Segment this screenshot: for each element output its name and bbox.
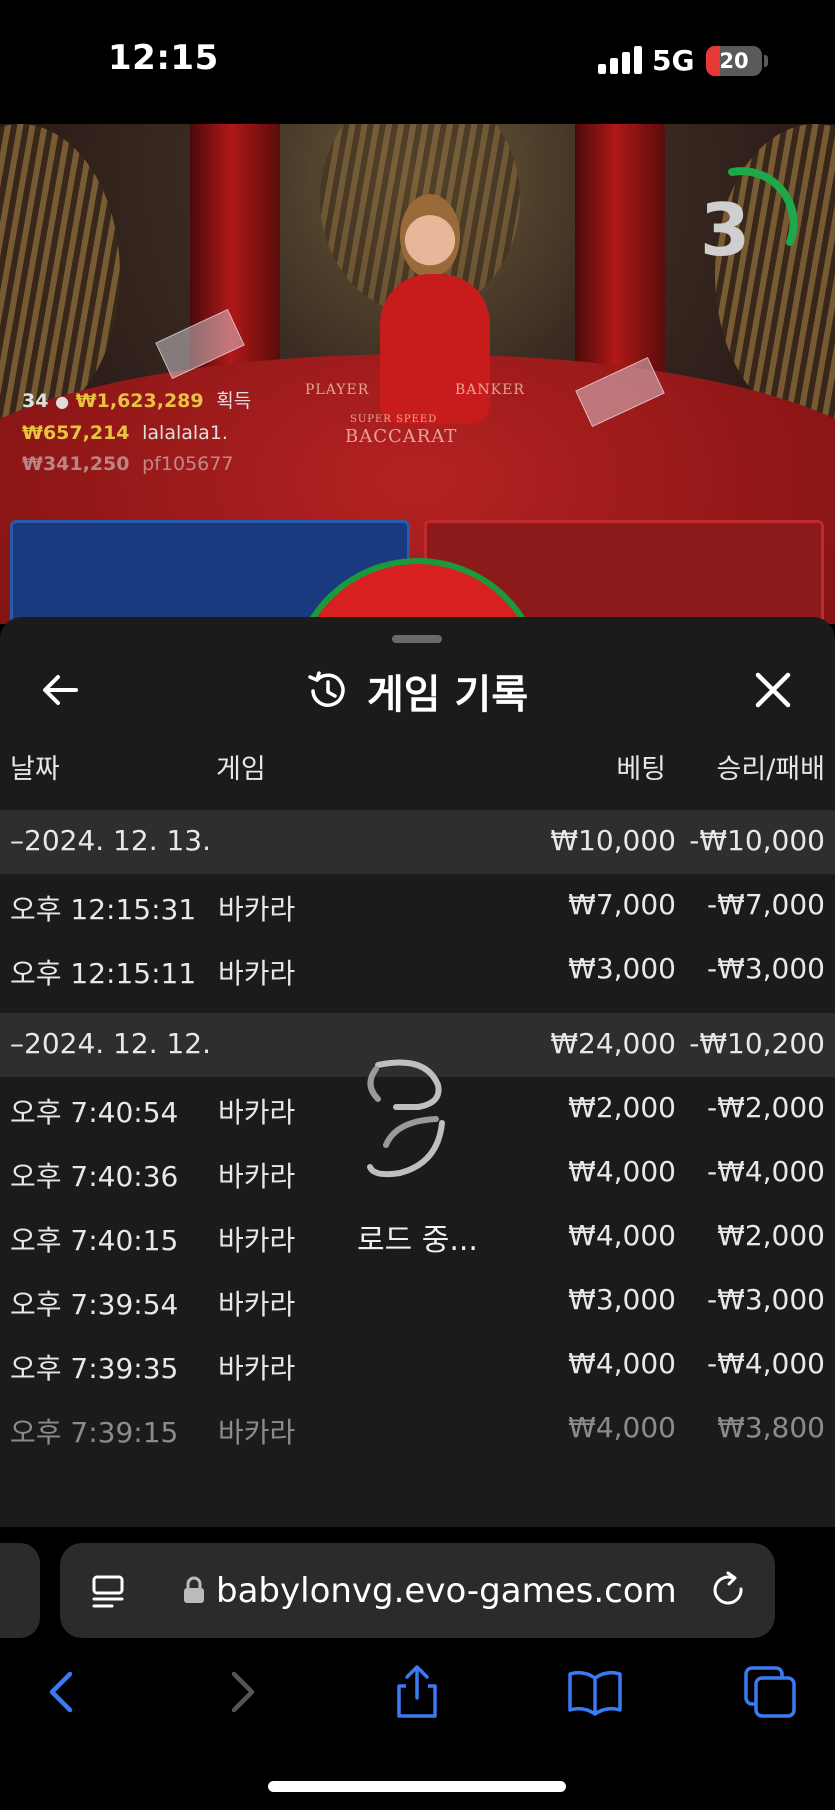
- back-arrow-icon[interactable]: [36, 665, 86, 715]
- history-row[interactable]: 오후 12:15:31 바카라 ₩7,000 -₩7,000: [0, 874, 835, 938]
- url-text: babylonvg.evo-games.com: [216, 1571, 677, 1611]
- felt-label-player: PLAYER: [305, 382, 370, 398]
- sheet-title-text: 게임 기록: [367, 672, 529, 718]
- status-bar: 12:15 5G 20: [0, 0, 835, 124]
- tabs-icon[interactable]: [740, 1662, 800, 1722]
- column-header-bet: 베팅: [616, 754, 666, 785]
- winners-total: ₩1,623,289: [75, 390, 204, 412]
- reader-icon[interactable]: [90, 1571, 130, 1611]
- felt-label-super-speed: SUPER SPEED: [350, 414, 438, 425]
- address-bar[interactable]: babylonvg.evo-games.com: [60, 1543, 775, 1638]
- winner-row: ₩657,214 lalalala1.: [22, 422, 228, 444]
- home-indicator: [268, 1781, 566, 1792]
- winners-list: 34 ● ₩1,623,289 획득 ₩657,214 lalalala1. ₩…: [22, 386, 251, 484]
- felt-label-banker: BANKER: [455, 382, 525, 398]
- sheet-grabber[interactable]: [392, 635, 442, 643]
- person-icon: ●: [55, 392, 70, 411]
- date-group-row[interactable]: –2024. 12. 13. ₩10,000 -₩10,000: [0, 810, 835, 874]
- winners-total-suffix: 획득: [216, 390, 252, 412]
- close-icon[interactable]: [748, 665, 798, 715]
- back-icon[interactable]: [32, 1662, 92, 1722]
- forward-icon[interactable]: [212, 1662, 272, 1722]
- previous-tab-peek[interactable]: [0, 1543, 40, 1638]
- dealer: [400, 194, 460, 278]
- countdown-timer: 3: [700, 188, 751, 272]
- column-header-date: 날짜: [10, 754, 60, 785]
- history-row[interactable]: 오후 7:39:35 바카라 ₩4,000 -₩4,000: [0, 1333, 835, 1397]
- column-header-game: 게임: [216, 754, 266, 785]
- lock-icon: [184, 1576, 204, 1603]
- signal-icon: [598, 46, 642, 74]
- history-row[interactable]: 오후 7:39:15 바카라 ₩4,000 ₩3,800: [0, 1397, 835, 1461]
- winners-summary: 34 ● ₩1,623,289 획득: [22, 386, 251, 413]
- history-row[interactable]: 오후 7:39:54 바카라 ₩3,000 -₩3,000: [0, 1269, 835, 1333]
- loading-text: 로드 중...: [357, 1223, 478, 1258]
- felt-label-baccarat: BACCARAT: [345, 426, 458, 447]
- reload-icon[interactable]: [708, 1569, 750, 1611]
- bookmarks-icon[interactable]: [565, 1662, 625, 1722]
- sheet-title: 게임 기록: [305, 663, 528, 719]
- live-video: PLAYER BANKER SUPER SPEED BACCARAT 3 34 …: [0, 124, 835, 624]
- status-time: 12:15: [108, 38, 219, 78]
- history-row[interactable]: 오후 12:15:11 바카라 ₩3,000 -₩3,000: [0, 938, 835, 1002]
- history-icon: [308, 671, 345, 707]
- battery-level: 20: [719, 49, 749, 73]
- winner-row: ₩341,250 pf105677: [22, 453, 234, 475]
- share-icon[interactable]: [387, 1662, 447, 1722]
- network-label: 5G: [652, 44, 695, 77]
- battery-icon: 20: [706, 46, 762, 76]
- winner-count: 34: [22, 390, 49, 412]
- loading-spinner-icon: [367, 1059, 445, 1178]
- column-header-win-loss: 승리/패배: [716, 754, 825, 785]
